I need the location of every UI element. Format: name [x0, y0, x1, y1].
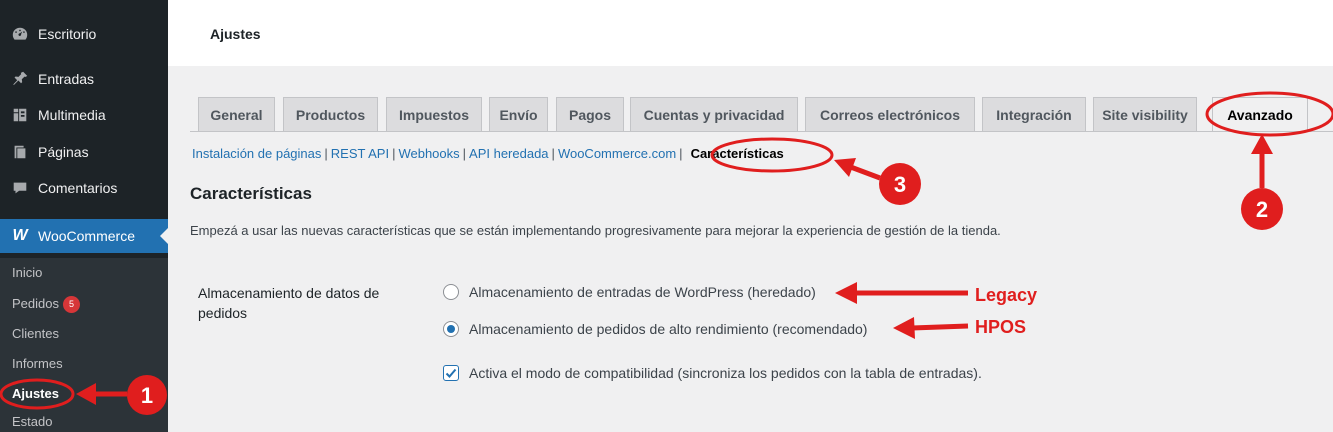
menu-item-label: Entradas [38, 71, 95, 87]
menu-item-multimedia[interactable]: Multimedia [0, 98, 168, 132]
section-title: Características [190, 184, 312, 203]
menu-item-label: Páginas [38, 144, 89, 160]
link-caracteristicas[interactable]: Características [691, 146, 784, 161]
submenu-label: Clientes [12, 326, 59, 341]
option-label: Almacenamiento de pedidos de alto rendim… [469, 321, 868, 337]
arrow-hpos-head [893, 317, 915, 339]
menu-item-paginas[interactable]: Páginas [0, 135, 168, 169]
link-instalacion-de-paginas[interactable]: Instalación de páginas [192, 146, 321, 161]
section-description: Empezá a usar las nuevas características… [190, 223, 1001, 238]
comment-icon [10, 178, 30, 198]
dashboard-icon [10, 24, 30, 44]
step-2-badge [1241, 188, 1283, 230]
arrow-step2-head [1251, 134, 1273, 154]
submenu-item-informes[interactable]: Informes [12, 354, 63, 374]
menu-item-label: Multimedia [38, 107, 106, 123]
step-2-number: 2 [1256, 197, 1268, 222]
woocommerce-submenu: Inicio Pedidos 5 Clientes Informes Ajuste… [0, 258, 168, 432]
option-compatibility-mode[interactable]: Activa el modo de compatibilidad (sincro… [443, 365, 982, 381]
tab-cuentas-y-privacidad[interactable]: Cuentas y privacidad [630, 97, 798, 131]
tab-avanzado[interactable]: Avanzado [1212, 97, 1308, 132]
tab-pagos[interactable]: Pagos [556, 97, 624, 131]
option-label: Almacenamiento de entradas de WordPress … [469, 284, 816, 300]
option-hpos-storage[interactable]: Almacenamiento de pedidos de alto rendim… [443, 321, 867, 337]
menu-item-entradas[interactable]: Entradas [0, 62, 168, 96]
tab-site-visibility[interactable]: Site visibility [1093, 97, 1197, 131]
compatibility-checkbox[interactable] [443, 365, 459, 381]
arrow-step3-shaft [847, 163, 881, 181]
tab-general[interactable]: General [198, 97, 275, 131]
menu-item-woocommerce[interactable]: W WooCommerce [0, 219, 168, 253]
step-3-badge [879, 163, 921, 205]
link-api-heredada[interactable]: API heredada [469, 146, 549, 161]
separator: | [324, 146, 328, 161]
submenu-label: Informes [12, 356, 63, 371]
separator: | [462, 146, 467, 161]
step-3-number: 3 [894, 172, 906, 197]
submenu-label: Ajustes [12, 386, 59, 401]
link-webhooks[interactable]: Webhooks [398, 146, 459, 161]
menu-item-comentarios[interactable]: Comentarios [0, 171, 168, 205]
menu-item-label: WooCommerce [38, 228, 135, 244]
separator: | [679, 146, 683, 161]
page-header: Ajustes [168, 0, 1333, 66]
option-legacy-storage[interactable]: Almacenamiento de entradas de WordPress … [443, 284, 816, 300]
link-rest-api[interactable]: REST API [331, 146, 389, 161]
radio-legacy-storage[interactable] [443, 284, 459, 300]
separator: | [392, 146, 396, 161]
arrow-legacy-head [835, 282, 857, 304]
tab-envio[interactable]: Envío [489, 97, 548, 131]
option-label: Activa el modo de compatibilidad (sincro… [469, 365, 982, 381]
link-woocommerce-com[interactable]: WooCommerce.com [558, 146, 676, 161]
legacy-label: Legacy [975, 285, 1037, 305]
submenu-label: Inicio [12, 265, 43, 280]
tab-impuestos[interactable]: Impuestos [386, 97, 482, 131]
submenu-label: Estado [12, 414, 53, 429]
submenu-item-estado[interactable]: Estado [12, 412, 52, 432]
media-icon [10, 105, 30, 125]
advanced-subsection-nav: Instalación de páginas | REST API | Webhooks… [192, 146, 784, 161]
hpos-label: HPOS [975, 317, 1026, 337]
orders-count-badge: 5 [62, 296, 80, 313]
checkmark-icon [445, 368, 457, 378]
tab-productos[interactable]: Productos [283, 97, 378, 131]
pin-icon [10, 69, 30, 89]
woocommerce-icon: W [12, 227, 28, 244]
order-storage-field-label: Almacenamiento de datos de pedidos [198, 285, 380, 321]
menu-item-label: Comentarios [38, 180, 118, 196]
submenu-label: Pedidos [12, 296, 59, 311]
submenu-item-pedidos[interactable]: Pedidos 5 [12, 294, 80, 314]
submenu-item-ajustes[interactable]: Ajustes [12, 384, 59, 404]
radio-hpos-storage[interactable] [443, 321, 459, 337]
submenu-item-inicio[interactable]: Inicio [12, 263, 42, 283]
page-icon [10, 142, 30, 162]
page-title: Ajustes [210, 26, 261, 42]
current-menu-arrow [160, 228, 168, 244]
tab-correos-electronicos[interactable]: Correos electrónicos [805, 97, 975, 131]
menu-item-escritorio[interactable]: Escritorio [0, 17, 168, 51]
tab-integracion[interactable]: Integración [982, 97, 1086, 131]
submenu-item-clientes[interactable]: Clientes [12, 324, 59, 344]
arrow-step3-head [834, 158, 856, 177]
separator: | [551, 146, 555, 161]
menu-item-label: Escritorio [38, 26, 97, 42]
tab-divider [190, 131, 1333, 132]
arrow-hpos-shaft [911, 323, 969, 331]
admin-sidebar: Escritorio Entradas Multimedia Páginas C… [0, 0, 168, 432]
